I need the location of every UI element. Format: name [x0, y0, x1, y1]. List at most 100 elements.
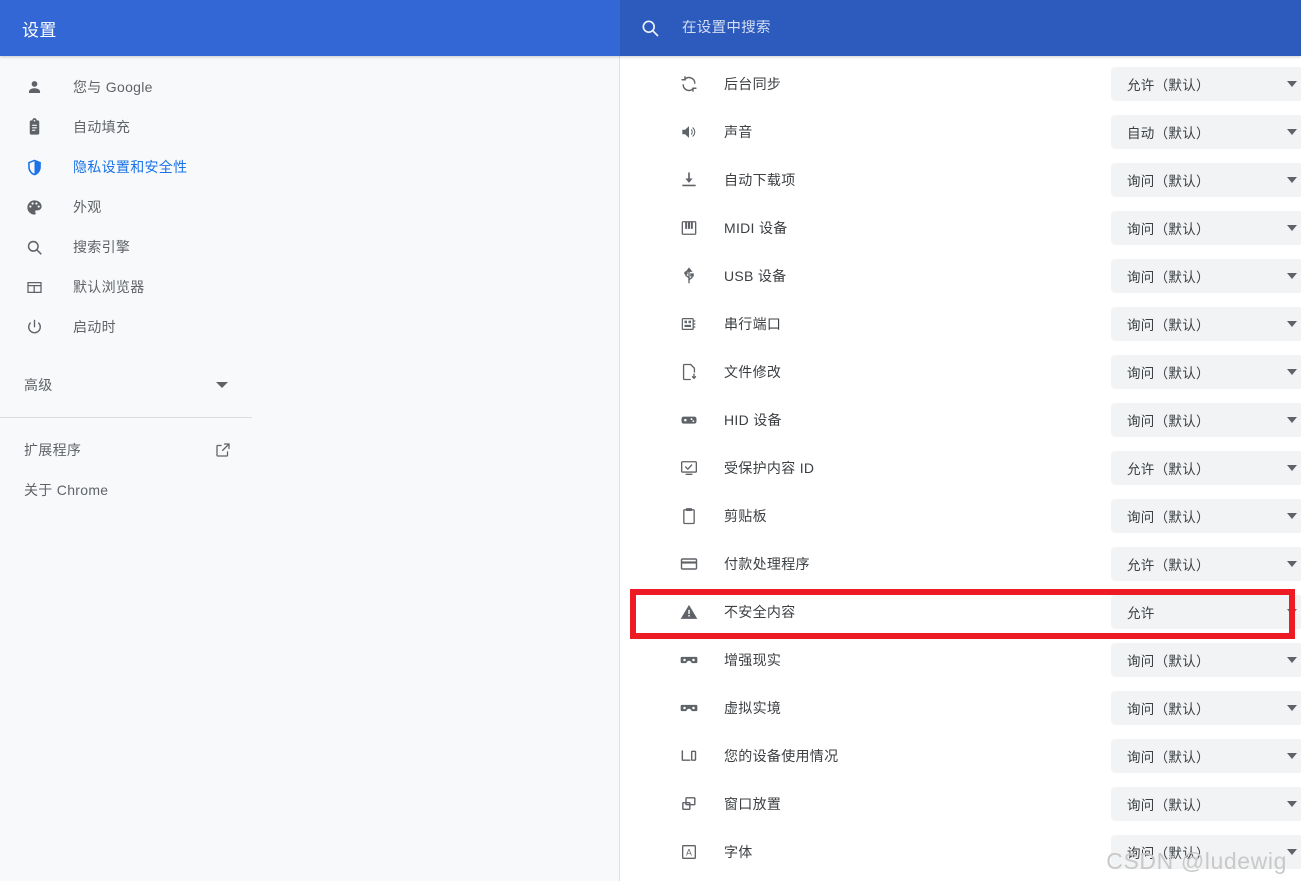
table-row[interactable]: 虚拟实境 询问（默认） [621, 684, 1301, 732]
permissions-list: 后台同步 允许（默认） 声音 自动（默认） 自动下载项 询问（默认） MIDI … [621, 56, 1301, 881]
chevron-down-icon [1287, 129, 1297, 135]
table-row[interactable]: 自动下载项 询问（默认） [621, 156, 1301, 204]
permission-select[interactable]: 询问（默认） [1111, 307, 1301, 341]
volume-icon [678, 121, 700, 143]
permission-select[interactable]: 允许（默认） [1111, 451, 1301, 485]
sidebar-advanced-label: 高级 [24, 377, 53, 393]
sidebar-item-privacy-security[interactable]: 隐私设置和安全性 [0, 147, 619, 187]
permission-select[interactable]: 询问（默认） [1111, 643, 1301, 677]
select-value: 询问（默认） [1127, 798, 1210, 813]
table-row[interactable]: HID 设备 询问（默认） [621, 396, 1301, 444]
permission-select[interactable]: 询问（默认） [1111, 787, 1301, 821]
chevron-down-icon [1287, 321, 1297, 327]
power-icon [24, 317, 44, 337]
table-row[interactable]: MIDI 设备 询问（默认） [621, 204, 1301, 252]
table-row[interactable]: USB 设备 询问（默认） [621, 252, 1301, 300]
row-label: 您的设备使用情况 [724, 748, 839, 764]
sidebar-item-extensions[interactable]: 扩展程序 [0, 430, 252, 470]
row-label: 不安全内容 [724, 604, 796, 620]
body-area: 您与 Google 自动填充 隐私设置和安全性 外观 搜索引擎 默认浏览器 启动… [0, 56, 1301, 881]
chevron-down-icon [1287, 81, 1297, 87]
sidebar-item-label: 搜索引擎 [73, 239, 131, 255]
permission-select[interactable]: 询问（默认） [1111, 163, 1301, 197]
window-placement-icon [678, 793, 700, 815]
header-title-zone: 设置 [0, 0, 620, 56]
permission-select[interactable]: 询问（默认） [1111, 691, 1301, 725]
permission-select[interactable]: 自动（默认） [1111, 115, 1301, 149]
table-row[interactable]: 声音 自动（默认） [621, 108, 1301, 156]
table-row[interactable]: 串行端口 询问（默认） [621, 300, 1301, 348]
browser-window-icon [24, 277, 44, 297]
sidebar-item-about-chrome[interactable]: 关于 Chrome [0, 470, 252, 510]
select-value: 允许（默认） [1127, 558, 1210, 573]
table-row[interactable]: 窗口放置 询问（默认） [621, 780, 1301, 828]
sidebar-item-label: 默认浏览器 [73, 279, 145, 295]
vr-goggles-icon [678, 649, 700, 671]
select-value: 允许（默认） [1127, 462, 1210, 477]
payment-card-icon [678, 553, 700, 575]
table-row[interactable]: 您的设备使用情况 询问（默认） [621, 732, 1301, 780]
select-value: 询问（默认） [1127, 702, 1210, 717]
permission-select[interactable]: 询问（默认） [1111, 403, 1301, 437]
select-value: 询问（默认） [1127, 846, 1210, 861]
warning-triangle-icon [678, 601, 700, 623]
select-value: 询问（默认） [1127, 654, 1210, 669]
permission-rows: 后台同步 允许（默认） 声音 自动（默认） 自动下载项 询问（默认） MIDI … [621, 56, 1301, 876]
row-label: 虚拟实境 [724, 700, 782, 716]
table-row[interactable]: 增强现实 询问（默认） [621, 636, 1301, 684]
protected-content-icon [678, 457, 700, 479]
chevron-down-icon [1287, 753, 1297, 759]
select-value: 询问（默认） [1127, 750, 1210, 765]
chevron-down-icon [1287, 465, 1297, 471]
permission-select[interactable]: 询问（默认） [1111, 355, 1301, 389]
sidebar-item-on-startup[interactable]: 启动时 [0, 307, 619, 347]
select-value: 询问（默认） [1127, 510, 1210, 525]
table-row[interactable]: 付款处理程序 允许（默认） [621, 540, 1301, 588]
sidebar-item-you-and-google[interactable]: 您与 Google [0, 67, 619, 107]
chevron-down-icon [1287, 801, 1297, 807]
sidebar-item-label: 外观 [73, 199, 102, 215]
sidebar-item-autofill[interactable]: 自动填充 [0, 107, 619, 147]
svg-text:A: A [686, 848, 692, 858]
sidebar-item-appearance[interactable]: 外观 [0, 187, 619, 227]
shield-icon [24, 157, 44, 177]
select-value: 询问（默认） [1127, 318, 1210, 333]
table-row[interactable]: A 字体 询问（默认） [621, 828, 1301, 876]
serial-port-icon [678, 313, 700, 335]
row-label: 付款处理程序 [724, 556, 810, 572]
download-icon [678, 169, 700, 191]
table-row[interactable]: 文件修改 询问（默认） [621, 348, 1301, 396]
table-row-insecure-content[interactable]: 不安全内容 允许 [621, 588, 1301, 636]
sidebar-item-label: 扩展程序 [24, 442, 82, 458]
chevron-down-icon [1287, 561, 1297, 567]
sidebar-item-label: 自动填充 [73, 119, 131, 135]
chevron-down-icon [1287, 705, 1297, 711]
chevron-down-icon [1287, 225, 1297, 231]
chevron-down-icon [1287, 513, 1297, 519]
sync-icon [678, 73, 700, 95]
permission-select[interactable]: 询问（默认） [1111, 739, 1301, 773]
sidebar: 您与 Google 自动填充 隐私设置和安全性 外观 搜索引擎 默认浏览器 启动… [0, 56, 620, 881]
table-row[interactable]: 受保护内容 ID 允许（默认） [621, 444, 1301, 492]
permission-select[interactable]: 询问（默认） [1111, 259, 1301, 293]
table-row[interactable]: 剪贴板 询问（默认） [621, 492, 1301, 540]
select-value: 询问（默认） [1127, 222, 1210, 237]
table-row[interactable]: 后台同步 允许（默认） [621, 60, 1301, 108]
device-usage-icon [678, 745, 700, 767]
permission-select[interactable]: 允许（默认） [1111, 67, 1301, 101]
sidebar-item-default-browser[interactable]: 默认浏览器 [0, 267, 619, 307]
sidebar-item-advanced[interactable]: 高级 [0, 365, 252, 405]
permission-select[interactable]: 询问（默认） [1111, 835, 1301, 869]
chevron-down-icon [1287, 849, 1297, 855]
row-label: HID 设备 [724, 412, 782, 428]
permission-select[interactable]: 询问（默认） [1111, 499, 1301, 533]
search-bar[interactable] [620, 0, 1301, 56]
search-input[interactable] [682, 20, 1102, 36]
chevron-down-icon [216, 382, 228, 388]
permission-select[interactable]: 允许 [1111, 595, 1301, 629]
permission-select[interactable]: 允许（默认） [1111, 547, 1301, 581]
page-title: 设置 [22, 20, 57, 40]
permission-select[interactable]: 询问（默认） [1111, 211, 1301, 245]
file-edit-icon [678, 361, 700, 383]
sidebar-item-search-engine[interactable]: 搜索引擎 [0, 227, 619, 267]
